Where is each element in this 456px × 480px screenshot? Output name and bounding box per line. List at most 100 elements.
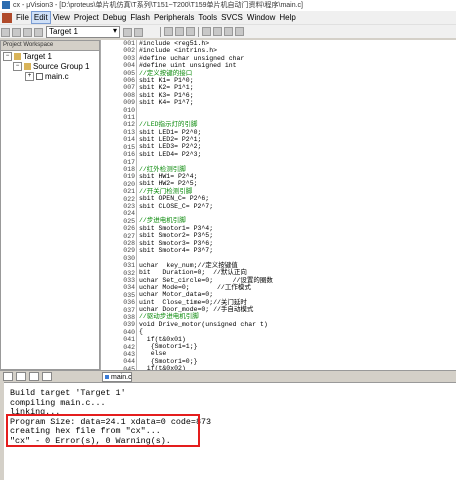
file-tab-main[interactable]: main.c	[102, 372, 132, 382]
code-line[interactable]: #define uchar unsigned char	[139, 55, 456, 62]
workspace-title: Project Workspace	[1, 41, 99, 51]
build-toolbar-row2: Target 1	[0, 26, 160, 38]
line-number: 016	[123, 151, 135, 159]
code-line[interactable]: sbit Smotor4= P3^7;	[139, 247, 456, 254]
line-number: 039	[123, 321, 135, 329]
line-number: 035	[123, 291, 135, 299]
code-line[interactable]: uchar Mode=0; //工作模式	[139, 284, 456, 291]
code-line[interactable]: //LED指示灯的引脚	[139, 121, 456, 128]
code-text[interactable]: #include <reg51.h> #include <intrins.h> #d…	[139, 40, 456, 370]
code-line[interactable]: else	[139, 350, 456, 357]
menu-project[interactable]: Project	[72, 12, 101, 23]
menu-help[interactable]: Help	[277, 12, 297, 23]
code-line[interactable]	[139, 158, 456, 165]
menu-edit[interactable]: Edit	[30, 11, 51, 24]
rebuild-icon[interactable]	[23, 27, 32, 37]
highlight-box	[6, 414, 200, 447]
line-number: 041	[123, 336, 135, 344]
collapse-icon[interactable]: −	[3, 52, 12, 62]
menu-file[interactable]: File	[14, 12, 31, 23]
menu-flash[interactable]: Flash	[128, 12, 152, 23]
line-number: 036	[123, 299, 135, 307]
compile-icon[interactable]	[1, 27, 10, 37]
line-number: 008	[123, 91, 135, 99]
folder-icon	[24, 63, 31, 71]
download-icon[interactable]	[34, 27, 43, 37]
collapse-icon[interactable]: −	[13, 62, 22, 72]
build-icon[interactable]	[12, 27, 21, 37]
code-line[interactable]: bit Duration=0; //默认正向	[139, 269, 456, 276]
code-line[interactable]: sbit HW2= P2^5;	[139, 180, 456, 187]
editor-gutter[interactable]	[101, 40, 117, 370]
code-editor[interactable]: 001 002 003 004 005 006 007 008 009 010 011 012 013 0…	[100, 40, 456, 370]
code-line[interactable]: sbit Smotor2= P3^5;	[139, 232, 456, 239]
line-number: 007	[123, 84, 135, 92]
code-line[interactable]: sbit CLOSE_C= P2^7;	[139, 203, 456, 210]
code-line[interactable]: sbit Smotor3= P3^6;	[139, 240, 456, 247]
menu-view[interactable]: View	[51, 12, 72, 23]
code-line[interactable]: {Smotor1=0;}	[139, 358, 456, 365]
code-line[interactable]: sbit LED4= P2^3;	[139, 151, 456, 158]
code-line[interactable]: //红外检测引脚	[139, 166, 456, 173]
code-line[interactable]: uchar key_num;//定义按键值	[139, 262, 456, 269]
line-number: 029	[123, 247, 135, 255]
code-line[interactable]: if(t&0x01)	[139, 336, 456, 343]
templates-tab-icon[interactable]	[42, 372, 52, 381]
line-number: 005	[123, 69, 135, 77]
code-line[interactable]: sbit K2= P1^1;	[139, 84, 456, 91]
code-line[interactable]: {Smotor1=1;}	[139, 343, 456, 350]
target-select[interactable]: Target 1	[46, 26, 120, 38]
menu-debug[interactable]: Debug	[101, 12, 129, 23]
code-line[interactable]: uchar Set_circle=0; //设置的圈数	[139, 277, 456, 284]
code-line[interactable]: //定义按键的接口	[139, 70, 456, 77]
code-line[interactable]: sbit OPEN_C= P2^6;	[139, 195, 456, 202]
menu-window[interactable]: Window	[245, 12, 277, 23]
menu-peripherals[interactable]: Peripherals	[152, 12, 196, 23]
menu-svcs[interactable]: SVCS	[219, 12, 245, 23]
code-line[interactable]: //驱动步进电机引脚	[139, 313, 456, 320]
menu-tools[interactable]: Tools	[196, 12, 219, 23]
output-window: Build target 'Target 1' compiling main.c.…	[4, 382, 456, 480]
code-line[interactable]: {	[139, 328, 456, 335]
files-tab-icon[interactable]	[3, 372, 13, 381]
line-number: 031	[123, 262, 135, 270]
code-line[interactable]: #include <intrins.h>	[139, 47, 456, 54]
tree-file[interactable]: + main.c	[3, 72, 99, 82]
code-line[interactable]: sbit LED1= P2^0;	[139, 129, 456, 136]
code-line[interactable]: #include <reg51.h>	[139, 40, 456, 47]
line-number: 013	[123, 128, 135, 136]
line-number: 042	[123, 343, 135, 351]
tree-target[interactable]: − Target 1	[3, 52, 99, 62]
line-number: 002	[123, 47, 135, 55]
line-number: 025	[123, 217, 135, 225]
line-number: 024	[123, 210, 135, 218]
code-line[interactable]: void Drive_motor(unsigned char t)	[139, 321, 456, 328]
line-number: 044	[123, 358, 135, 366]
code-line[interactable]: uchar Motor_data=0;	[139, 291, 456, 298]
code-line[interactable]: sbit K4= P1^7;	[139, 99, 456, 106]
code-line[interactable]: sbit LED3= P2^2;	[139, 143, 456, 150]
line-number: 018	[123, 165, 135, 173]
books-tab-icon[interactable]	[16, 372, 26, 381]
line-number: 034	[123, 284, 135, 292]
tree-group-label: Source Group 1	[33, 62, 90, 71]
line-number: 032	[123, 269, 135, 277]
functions-tab-icon[interactable]	[29, 372, 39, 381]
line-number: 021	[123, 188, 135, 196]
code-line[interactable]	[139, 107, 456, 114]
code-line[interactable]: #define uint unsigned int	[139, 62, 456, 69]
target-options-icon[interactable]	[123, 27, 132, 37]
window-titlebar: cx - μVision3 - [D:\proteus\单片机仿真\T系列\T1…	[0, 0, 456, 11]
line-number: 023	[123, 202, 135, 210]
code-line[interactable]	[139, 210, 456, 217]
tree-group[interactable]: − Source Group 1	[3, 62, 99, 72]
code-line[interactable]: uint Close_time=0;//关门延时	[139, 299, 456, 306]
line-number: 019	[123, 173, 135, 181]
code-line[interactable]	[139, 254, 456, 261]
components-icon[interactable]	[134, 27, 143, 37]
line-number: 026	[123, 225, 135, 233]
line-number: 037	[123, 306, 135, 314]
line-number: 033	[123, 277, 135, 284]
code-line[interactable]: //步进电机引脚	[139, 217, 456, 224]
expand-icon[interactable]: +	[25, 72, 34, 82]
